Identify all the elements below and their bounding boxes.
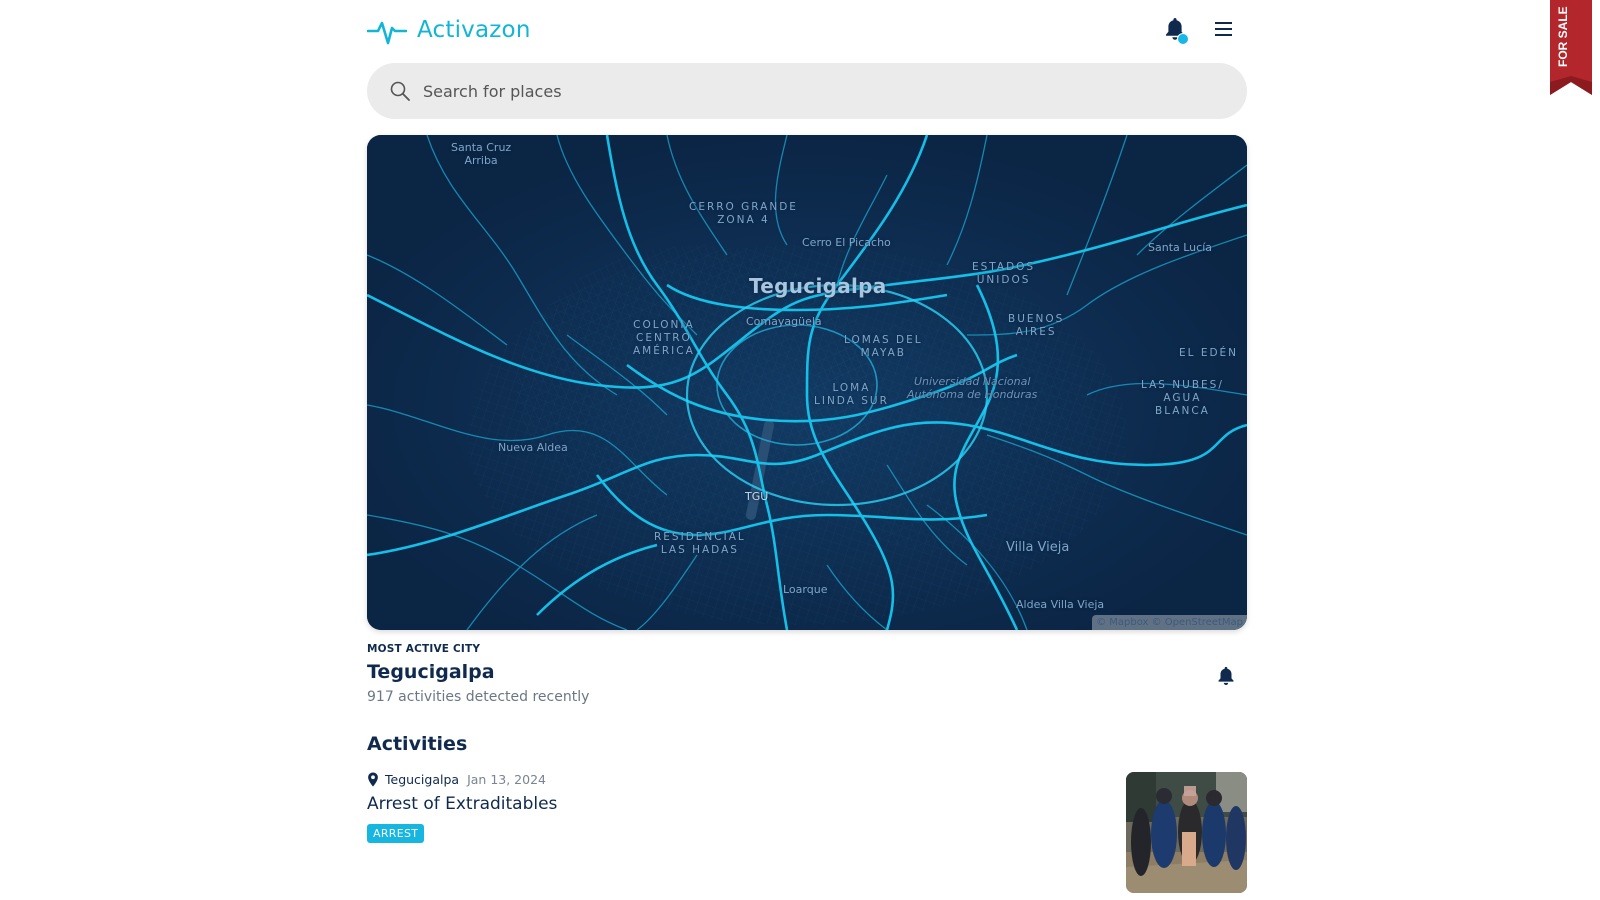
activity-meta: Tegucigalpa Jan 13, 2024 (367, 772, 1247, 787)
app-name: Activazon (417, 17, 531, 43)
most-active-city-name: Tegucigalpa (367, 661, 495, 683)
most-active-city: MOST ACTIVE CITY Tegucigalpa 917 activit… (367, 643, 1247, 705)
arrest-photo (1126, 772, 1247, 893)
most-active-kicker: MOST ACTIVE CITY (367, 643, 481, 655)
bell-icon (1218, 666, 1234, 685)
hamburger-menu-icon (1215, 22, 1232, 36)
subscribe-city-button[interactable] (1216, 665, 1236, 687)
search-input[interactable] (421, 80, 1205, 102)
search-bar[interactable] (367, 63, 1247, 119)
activity-category-badge[interactable]: ARREST (367, 824, 425, 843)
city-map[interactable]: Santa Cruz Arriba CERRO GRANDE ZONA 4 Ce… (367, 135, 1247, 630)
map-attribution[interactable]: © Mapbox © OpenStreetMap (1092, 615, 1247, 630)
notification-dot (1177, 33, 1189, 45)
notifications-button[interactable] (1163, 16, 1191, 46)
activities-title: Activities (367, 733, 468, 755)
map-roads (367, 135, 1247, 630)
activity-headline[interactable]: Arrest of Extraditables (367, 794, 1247, 814)
activity-date: Jan 13, 2024 (467, 772, 546, 787)
menu-button[interactable] (1213, 19, 1235, 39)
activity-item[interactable]: Tegucigalpa Jan 13, 2024 Arrest of Extra… (367, 772, 1247, 894)
logo[interactable]: Activazon (367, 14, 531, 46)
for-sale-label: FOR SALE (1556, 6, 1570, 68)
activity-location[interactable]: Tegucigalpa (385, 772, 459, 787)
most-active-count: 917 activities detected recently (367, 689, 590, 705)
header: Activazon (367, 0, 1247, 60)
location-pin-icon (368, 772, 378, 787)
search-icon (390, 81, 410, 101)
activity-thumbnail[interactable] (1126, 772, 1247, 893)
pulse-logo-icon (367, 21, 407, 45)
page: Activazon Search for places Santa Cruz A… (367, 0, 1247, 893)
